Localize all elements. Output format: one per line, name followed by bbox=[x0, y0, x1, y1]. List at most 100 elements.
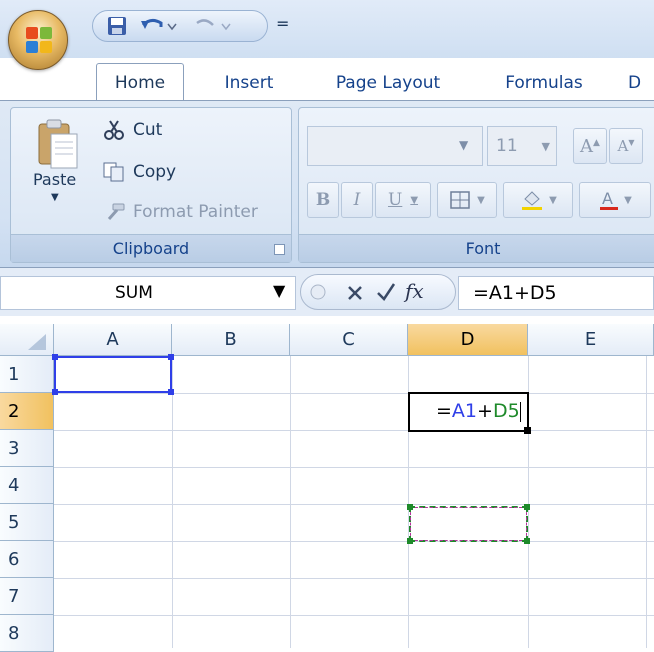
copy-icon bbox=[103, 162, 124, 182]
format-painter-label: Format Painter bbox=[133, 202, 258, 222]
clipboard-group: Paste ▼ Cut Copy Format Painter Clipboar… bbox=[10, 107, 292, 263]
cell-d2-content: =A1+D5 bbox=[436, 400, 521, 422]
underline-label: U bbox=[387, 190, 403, 210]
row-header-5[interactable]: 5 bbox=[0, 504, 54, 541]
worksheet-grid: A B C D E 1 2 3 4 5 6 7 8 =A1+D5 bbox=[0, 316, 654, 652]
font-color-arrow-icon: ▼ bbox=[624, 194, 632, 206]
select-all-corner[interactable] bbox=[0, 324, 54, 356]
insert-function-icon[interactable]: fx bbox=[405, 279, 424, 303]
tab-home[interactable]: Home bbox=[96, 63, 184, 101]
shrink-font-icon: A▼ bbox=[617, 137, 635, 155]
confirm-entry-icon[interactable] bbox=[375, 281, 397, 303]
row-header-3[interactable]: 3 bbox=[0, 430, 54, 467]
paste-button[interactable]: Paste bbox=[33, 170, 76, 189]
underline-arrow-icon: ▼ bbox=[410, 194, 419, 206]
paste-dropdown-arrow-icon[interactable]: ▼ bbox=[51, 192, 59, 203]
format-painter-button[interactable]: Format Painter bbox=[103, 202, 258, 222]
font-size-value: 11 bbox=[496, 136, 518, 156]
fill-color-button[interactable]: ▼ bbox=[503, 182, 573, 218]
tab-formulas[interactable]: Formulas bbox=[494, 66, 594, 100]
fill-handle[interactable] bbox=[524, 427, 531, 434]
resize-handle[interactable] bbox=[524, 538, 530, 544]
gridline bbox=[646, 356, 647, 648]
bold-button[interactable]: B bbox=[307, 182, 339, 218]
grow-font-icon: A▲ bbox=[580, 135, 600, 157]
fill-color-arrow-icon: ▼ bbox=[549, 194, 557, 206]
font-color-icon: A bbox=[600, 189, 619, 210]
row-header-2[interactable]: 2 bbox=[0, 393, 54, 430]
copy-label: Copy bbox=[133, 162, 177, 182]
office-button[interactable] bbox=[8, 10, 68, 70]
font-name-dropdown[interactable] bbox=[307, 126, 483, 166]
tab-page-layout[interactable]: Page Layout bbox=[326, 66, 450, 100]
gridline bbox=[290, 356, 291, 648]
resize-handle[interactable] bbox=[168, 389, 174, 395]
row-header-7[interactable]: 7 bbox=[0, 578, 54, 615]
column-header-b[interactable]: B bbox=[172, 324, 290, 356]
resize-handle[interactable] bbox=[52, 354, 58, 360]
column-header-c[interactable]: C bbox=[290, 324, 408, 356]
name-box-arrow-icon[interactable]: ▼ bbox=[273, 281, 285, 300]
formula-bar-expand-icon[interactable] bbox=[309, 283, 327, 301]
formula-equals: = bbox=[436, 400, 452, 422]
clipboard-dialog-launcher-icon[interactable] bbox=[274, 244, 285, 255]
column-header-e[interactable]: E bbox=[528, 324, 654, 356]
column-header-d[interactable]: D bbox=[408, 324, 528, 356]
tab-data[interactable]: D bbox=[628, 66, 654, 100]
format-painter-icon bbox=[107, 203, 125, 220]
gridline bbox=[172, 356, 173, 648]
resize-handle[interactable] bbox=[407, 504, 413, 510]
gridline bbox=[54, 393, 654, 394]
shrink-font-button[interactable]: A▼ bbox=[609, 128, 643, 164]
save-icon[interactable] bbox=[107, 16, 127, 36]
title-bar: = bbox=[0, 0, 654, 58]
font-size-arrow-icon: ▼ bbox=[541, 139, 550, 153]
redo-icon[interactable] bbox=[193, 15, 233, 37]
resize-handle[interactable] bbox=[407, 538, 413, 544]
cut-label: Cut bbox=[133, 120, 163, 140]
undo-icon[interactable] bbox=[139, 15, 179, 37]
font-group: ▼ 11 ▼ A▲ A▼ B I U ▼ ▼ ▼ A ▼ Font bbox=[298, 107, 654, 263]
formula-bar: SUM ▼ fx =A1+D5 bbox=[0, 268, 654, 316]
resize-handle[interactable] bbox=[52, 389, 58, 395]
cut-button[interactable]: Cut bbox=[103, 120, 162, 140]
svg-text:A: A bbox=[602, 189, 613, 208]
formula-ref-d5: D5 bbox=[492, 400, 520, 422]
row-header-1[interactable]: 1 bbox=[0, 356, 54, 393]
name-box[interactable]: SUM ▼ bbox=[0, 276, 296, 310]
borders-button[interactable]: ▼ bbox=[437, 182, 497, 218]
cell-a1-reference-highlight[interactable] bbox=[52, 354, 174, 395]
tab-insert[interactable]: Insert bbox=[214, 66, 284, 100]
borders-icon bbox=[450, 191, 470, 209]
font-size-dropdown[interactable]: 11 ▼ bbox=[487, 126, 557, 166]
column-header-a[interactable]: A bbox=[54, 324, 172, 356]
copy-button[interactable]: Copy bbox=[103, 162, 176, 182]
office-logo-icon bbox=[26, 27, 52, 53]
gridline bbox=[54, 541, 654, 542]
row-header-8[interactable]: 8 bbox=[0, 615, 54, 652]
name-box-value: SUM bbox=[115, 283, 153, 303]
clipboard-group-label: Clipboard bbox=[11, 234, 291, 262]
row-header-6[interactable]: 6 bbox=[0, 541, 54, 578]
gridline bbox=[54, 578, 654, 579]
scissors-icon bbox=[104, 120, 124, 140]
gridline bbox=[54, 430, 654, 431]
grow-font-button[interactable]: A▲ bbox=[573, 128, 607, 164]
cancel-entry-icon[interactable] bbox=[345, 283, 365, 303]
underline-button[interactable]: U ▼ bbox=[375, 182, 431, 218]
resize-handle[interactable] bbox=[524, 504, 530, 510]
customize-qat-button[interactable]: = bbox=[276, 14, 290, 34]
formula-ref-a1: A1 bbox=[451, 400, 478, 422]
font-group-label: Font bbox=[299, 234, 654, 262]
formula-buttons: fx bbox=[300, 274, 456, 310]
cell-d5-reference-highlight[interactable] bbox=[407, 504, 530, 544]
formula-input[interactable]: =A1+D5 bbox=[458, 276, 654, 310]
italic-button[interactable]: I bbox=[341, 182, 373, 218]
resize-handle[interactable] bbox=[168, 354, 174, 360]
quick-access-toolbar bbox=[92, 10, 268, 42]
font-color-button[interactable]: A ▼ bbox=[579, 182, 651, 218]
row-header-4[interactable]: 4 bbox=[0, 467, 54, 504]
select-all-triangle-icon bbox=[28, 334, 46, 350]
font-name-arrow-icon[interactable]: ▼ bbox=[459, 138, 471, 152]
gridline bbox=[54, 615, 654, 616]
